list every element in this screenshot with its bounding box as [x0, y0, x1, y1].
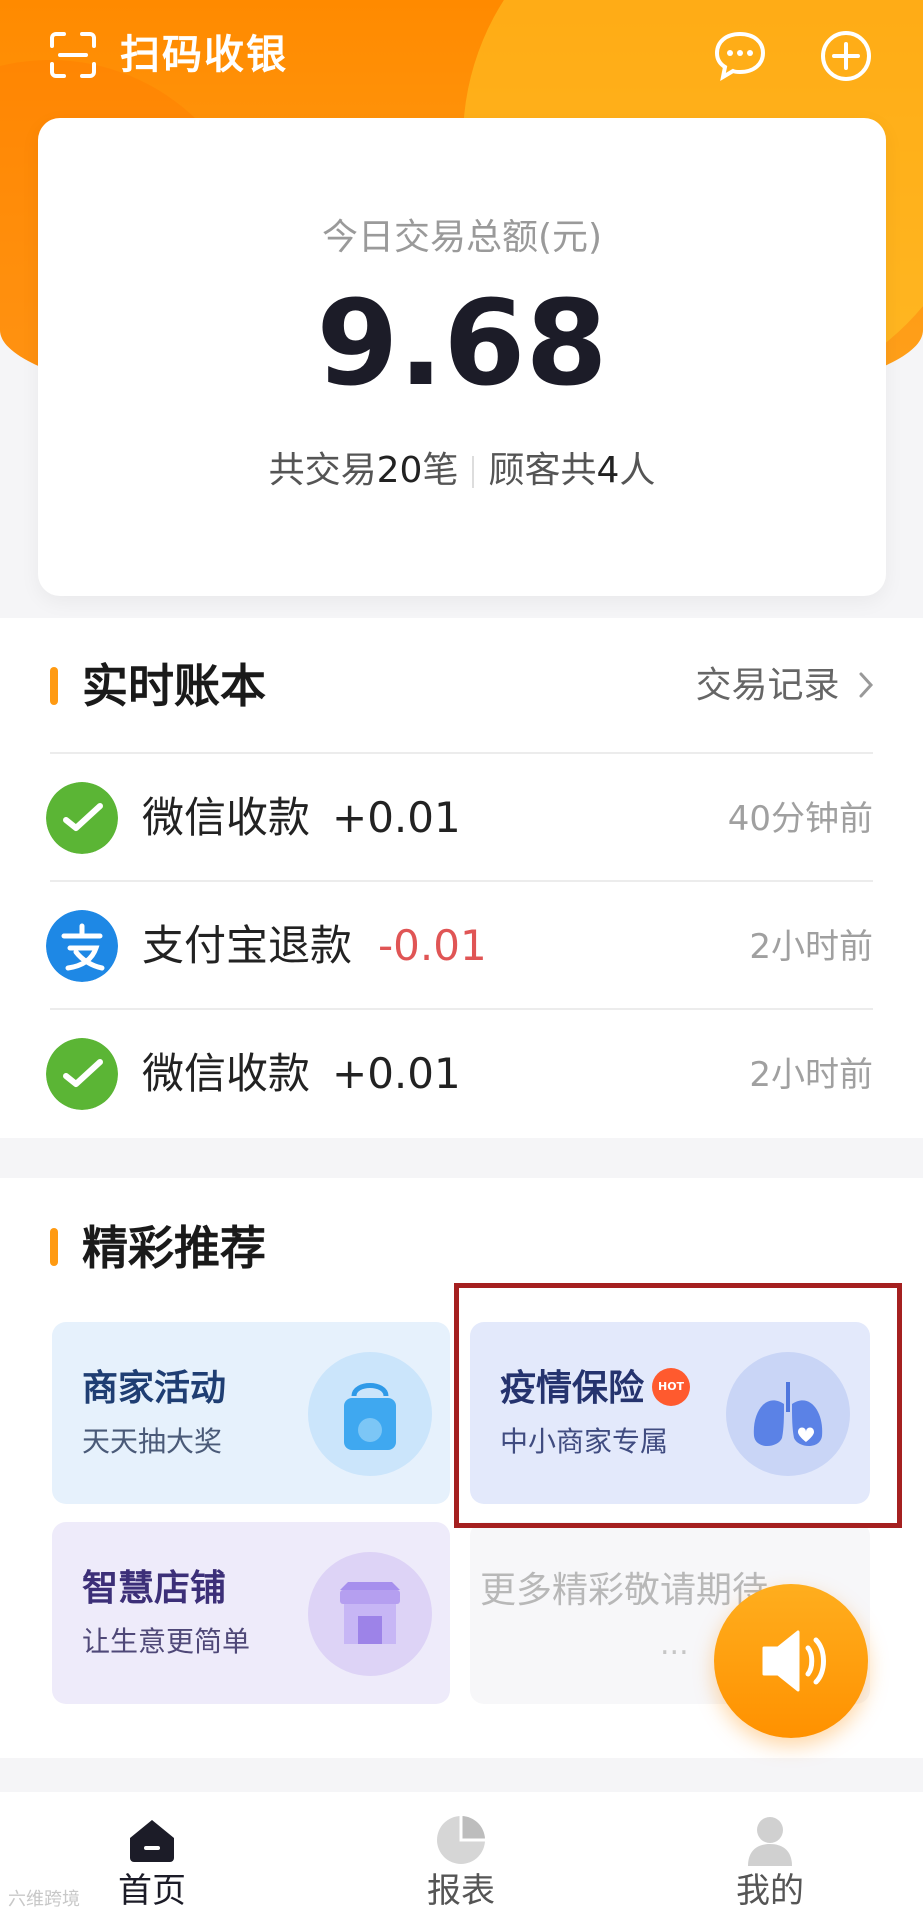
speaker-icon: [762, 1630, 826, 1692]
promo-card-smart-store[interactable]: 智慧店铺 让生意更简单: [52, 1522, 450, 1704]
storefront-icon: [308, 1552, 432, 1676]
ledger-item-time: 2小时前: [749, 927, 873, 967]
card-title: 智慧店铺: [82, 1568, 227, 1609]
scan-icon[interactable]: [48, 30, 98, 80]
section-accent-bar: [50, 667, 58, 705]
watermark: 六维跨境: [8, 1889, 80, 1910]
coming-soon-dots: ...: [660, 1627, 689, 1662]
stats-divider: [472, 456, 475, 488]
tab-mine[interactable]: 我的: [670, 1792, 870, 1920]
message-icon[interactable]: [712, 28, 768, 84]
records-link-label: 交易记录: [695, 665, 840, 706]
trades-suffix: 笔: [422, 450, 459, 491]
summary-amount: 9.68: [316, 274, 608, 412]
app-title: 扫码收银: [120, 32, 288, 78]
pie-chart-icon: [437, 1816, 485, 1864]
bottom-tab-bar: 首页 报表 我的: [0, 1792, 923, 1920]
ledger-row[interactable]: 微信收款 +0.01 2小时前: [46, 1008, 873, 1138]
wechat-pay-icon: [46, 782, 118, 854]
ledger-item-name: 微信收款: [142, 793, 311, 842]
card-title: 商家活动: [82, 1368, 227, 1409]
voice-broadcast-button[interactable]: [714, 1584, 868, 1738]
recommend-title: 精彩推荐: [82, 1221, 266, 1275]
tab-reports[interactable]: 报表: [361, 1792, 561, 1920]
ledger-item-time: 40分钟前: [727, 799, 873, 839]
chevron-right-icon: [859, 672, 874, 698]
tab-label: 首页: [118, 1871, 186, 1911]
summary-label: 今日交易总额(元): [321, 217, 603, 258]
home-icon: [130, 1820, 174, 1862]
alipay-icon: [46, 910, 118, 982]
customers-prefix: 顾客共: [488, 450, 597, 491]
summary-stats: 共交易20笔 顾客共4人: [38, 446, 886, 496]
tab-home[interactable]: 首页: [52, 1792, 252, 1920]
wechat-pay-icon: [46, 1038, 118, 1110]
card-subtitle: 让生意更简单: [82, 1625, 251, 1658]
section-accent-bar: [50, 1228, 58, 1266]
ledger-item-amount: +0.01: [332, 793, 461, 842]
ledger-item-name: 微信收款: [142, 1049, 311, 1098]
ledger-item-name: 支付宝退款: [142, 921, 353, 970]
ledger-title: 实时账本: [82, 659, 266, 713]
ledger-row[interactable]: 微信收款 +0.01 40分钟前: [46, 752, 873, 882]
ledger-item-time: 2小时前: [749, 1055, 873, 1095]
transaction-records-link[interactable]: 交易记录: [696, 661, 875, 711]
shopping-bag-icon: [308, 1352, 432, 1476]
add-icon[interactable]: [818, 28, 874, 84]
ledger-row[interactable]: 支付宝退款 -0.01 2小时前: [46, 880, 873, 1010]
user-icon: [748, 1817, 792, 1866]
promo-card-merchant-activity[interactable]: 商家活动 天天抽大奖: [52, 1322, 450, 1504]
realtime-ledger-section: 实时账本 交易记录 微信收款 +0.01 40分钟前 支付宝退款 -0.01 2…: [0, 618, 923, 1138]
ledger-item-amount: +0.01: [332, 1049, 461, 1098]
highlight-box: [454, 1283, 902, 1528]
trades-count: 20: [376, 450, 423, 491]
customers-suffix: 人: [619, 450, 656, 491]
tab-label: 我的: [736, 1871, 804, 1911]
today-summary-card: 今日交易总额(元) 9.68 共交易20笔 顾客共4人: [38, 118, 886, 596]
customers-count: 4: [596, 450, 620, 491]
trades-prefix: 共交易: [268, 450, 377, 491]
card-subtitle: 天天抽大奖: [82, 1425, 223, 1458]
ledger-item-amount: -0.01: [378, 921, 487, 970]
tab-label: 报表: [427, 1871, 495, 1911]
top-bar: 扫码收银: [0, 0, 923, 110]
